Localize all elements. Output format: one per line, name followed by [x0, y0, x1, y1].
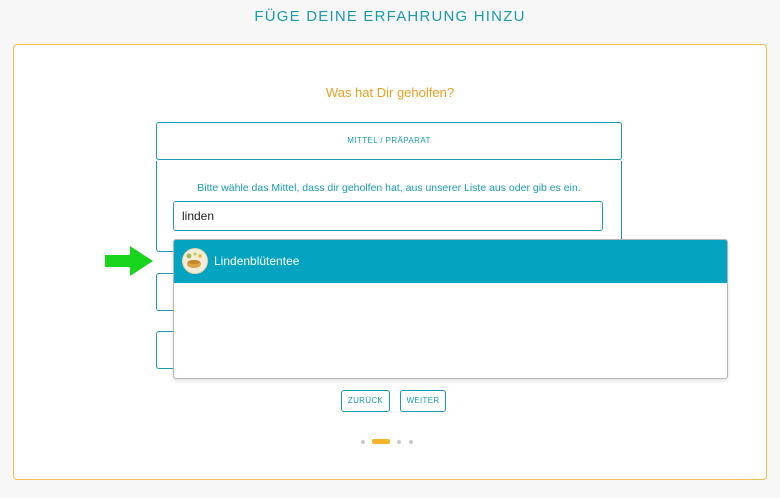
- back-button[interactable]: ZURÜCK: [341, 390, 390, 412]
- pagination-dot-active: [372, 439, 390, 444]
- green-arrow-icon: [105, 246, 153, 276]
- pagination-dot: [361, 440, 365, 444]
- suggestion-label: Lindenblütentee: [214, 254, 300, 268]
- remedy-search-input[interactable]: [173, 201, 603, 231]
- instruction-text: Bitte wähle das Mittel, dass dir geholfe…: [197, 182, 581, 194]
- suggestion-item-lindenbluetentee[interactable]: Lindenblütentee: [174, 240, 727, 283]
- suggestion-dropdown: Lindenblütentee: [173, 239, 728, 379]
- question-heading: Was hat Dir geholfen?: [325, 85, 455, 100]
- step-header-mittel[interactable]: MITTEL / PRÄPARAT: [156, 122, 622, 160]
- pagination-dot: [397, 440, 401, 444]
- tea-cup-icon: [182, 248, 208, 274]
- next-button[interactable]: WEITER: [400, 390, 446, 412]
- page-title: FÜGE DEINE ERFAHRUNG HINZU: [254, 8, 526, 25]
- pagination-dot: [409, 440, 413, 444]
